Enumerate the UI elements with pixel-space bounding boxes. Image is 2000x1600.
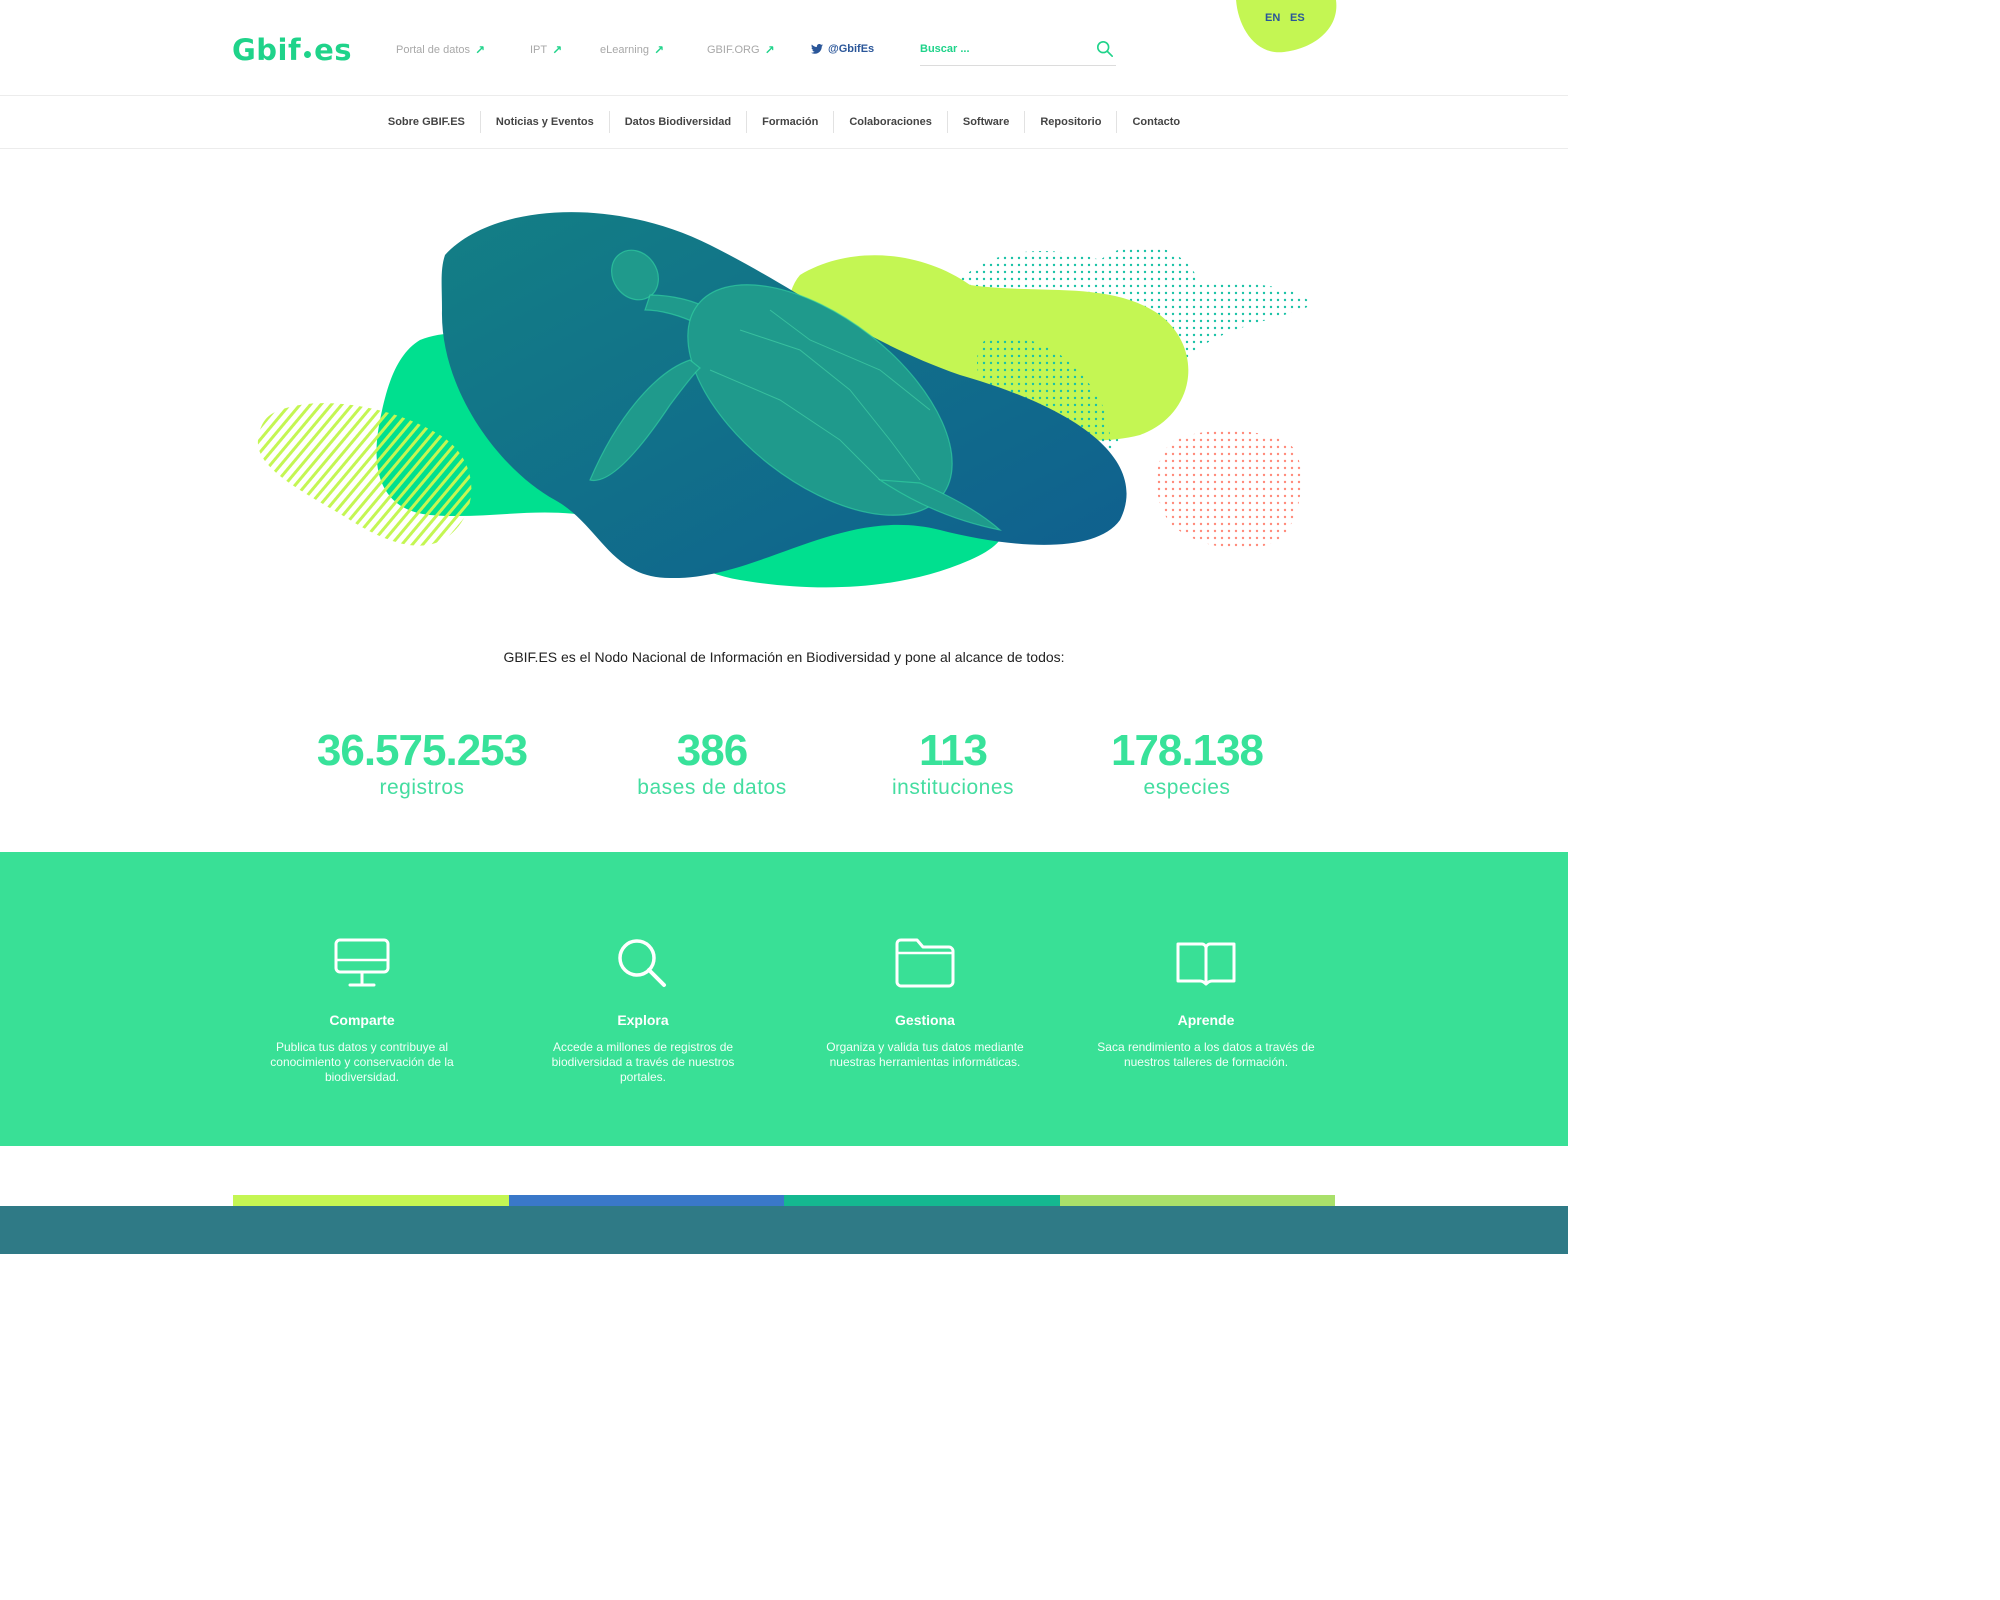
feature-description: Saca rendimiento a los datos a través de… — [1097, 1040, 1315, 1069]
color-bar — [233, 1195, 509, 1206]
nav-software[interactable]: Software — [948, 111, 1026, 133]
toplink-elearning[interactable]: eLearning ↗ — [600, 43, 664, 57]
stat-value: 178.138 — [1110, 726, 1264, 775]
feature-description: Publica tus datos y contribuye al conoci… — [270, 1040, 454, 1084]
magnifier-icon — [618, 939, 666, 987]
twitter-bird-icon — [811, 44, 823, 54]
folder-icon — [895, 938, 955, 988]
dotted-red-shape — [1156, 430, 1302, 549]
stat-label: bases de datos — [637, 776, 787, 799]
search-box — [920, 32, 1116, 66]
nav-formacion[interactable]: Formación — [747, 111, 835, 133]
color-bar — [1059, 1195, 1335, 1206]
twitter-handle: @GbifEs — [828, 43, 875, 55]
feature-title: Gestiona — [895, 1012, 955, 1028]
nav-contacto[interactable]: Contacto — [1117, 111, 1195, 133]
top-header: Gbif es Portal de datos ↗ IPT ↗ eLearning ↗ … — [0, 0, 1568, 96]
stat-especies: 178.138 especies — [1097, 726, 1277, 800]
toplink-label: GBIF.ORG — [707, 44, 760, 56]
feature-title: Explora — [617, 1012, 669, 1028]
feature-gestiona[interactable]: Gestiona Organiza y valida tus datos med… — [810, 936, 1040, 1070]
monitor-icon — [334, 938, 390, 987]
language-en[interactable]: EN — [1265, 12, 1280, 24]
book-icon — [1176, 942, 1236, 986]
stat-value: 36.575.253 — [316, 726, 528, 775]
external-arrow-icon: ↗ — [552, 43, 563, 57]
nav-colaboraciones[interactable]: Colaboraciones — [834, 111, 948, 133]
nav-sobre-gbif[interactable]: Sobre GBIF.ES — [373, 111, 481, 133]
feature-description: Organiza y valida tus datos mediante nue… — [826, 1040, 1024, 1069]
feature-explora[interactable]: Explora Accede a millones de registros d… — [528, 936, 758, 1085]
twitter-link[interactable]: @GbifEs — [811, 43, 874, 55]
toplink-label: IPT — [530, 44, 548, 56]
color-bar — [508, 1195, 784, 1206]
nav-noticias-eventos[interactable]: Noticias y Eventos — [481, 111, 610, 133]
features-band: Comparte Publica tus datos y contribuye … — [0, 852, 1568, 1146]
toplink-portal-de-datos[interactable]: Portal de datos ↗ — [396, 43, 485, 57]
feature-aprende[interactable]: Aprende Saca rendimiento a los datos a t… — [1091, 936, 1321, 1070]
language-blob-decoration — [1236, 0, 1337, 53]
external-arrow-icon: ↗ — [475, 43, 486, 57]
toplink-gbif-org[interactable]: GBIF.ORG ↗ — [707, 43, 775, 57]
external-arrow-icon: ↗ — [764, 43, 775, 57]
external-arrow-icon: ↗ — [653, 43, 664, 57]
footer-band — [0, 1206, 1568, 1254]
color-bar — [784, 1195, 1060, 1206]
search-icon[interactable] — [1096, 40, 1114, 58]
toplink-ipt[interactable]: IPT ↗ — [530, 43, 562, 57]
intro-text: GBIF.ES es el Nodo Nacional de Informaci… — [503, 649, 1065, 665]
language-es[interactable]: ES — [1290, 12, 1305, 24]
color-bars — [233, 1195, 1335, 1206]
stat-label: registros — [379, 776, 465, 799]
stat-instituciones: 113 instituciones — [863, 726, 1043, 800]
stat-bases-de-datos: 386 bases de datos — [612, 726, 812, 800]
feature-comparte[interactable]: Comparte Publica tus datos y contribuye … — [247, 936, 477, 1085]
hero-turtle-illustration — [257, 212, 1312, 588]
feature-title: Aprende — [1177, 1012, 1235, 1028]
gbif-es-logo[interactable]: Gbif es — [232, 33, 352, 67]
stat-registros: 36.575.253 registros — [302, 726, 542, 800]
nav-repositorio[interactable]: Repositorio — [1025, 111, 1118, 133]
toplink-label: Portal de datos — [396, 44, 470, 56]
stat-label: instituciones — [891, 776, 1015, 799]
toplink-label: eLearning — [600, 44, 649, 56]
stat-value: 113 — [919, 726, 988, 775]
nav-datos-biodiversidad[interactable]: Datos Biodiversidad — [610, 111, 748, 133]
stat-value: 386 — [676, 726, 748, 775]
stat-label: especies — [1143, 776, 1231, 799]
main-navigation: Sobre GBIF.ES Noticias y Eventos Datos B… — [0, 96, 1568, 149]
search-input[interactable] — [920, 42, 1080, 55]
feature-description: Accede a millones de registros de biodiv… — [551, 1040, 735, 1084]
feature-title: Comparte — [329, 1012, 395, 1028]
logo-dot — [302, 49, 313, 60]
